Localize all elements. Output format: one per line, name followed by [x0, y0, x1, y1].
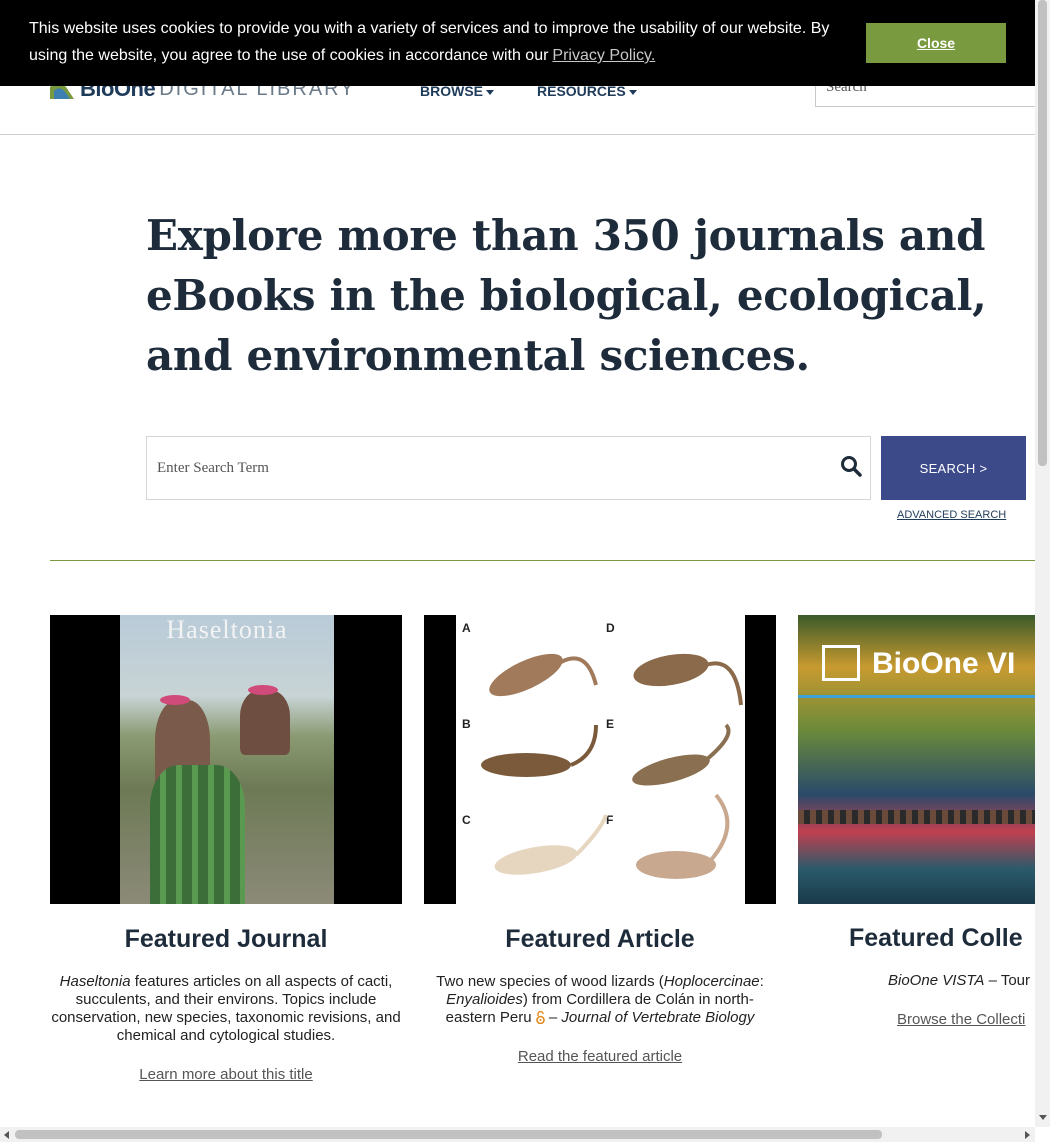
collection-browse-link[interactable]: Browse the Collecti [897, 1011, 1047, 1028]
scroll-left-arrow-icon[interactable] [4, 1131, 9, 1139]
collection-image-title: BioOne VI [872, 647, 1016, 680]
article-read-link[interactable]: Read the featured article [424, 1048, 776, 1065]
horizontal-scrollbar-thumb[interactable] [15, 1130, 882, 1139]
hero-title: Explore more than 350 journals and eBook… [146, 211, 987, 380]
journal-learn-more-link[interactable]: Learn more about this title [50, 1066, 402, 1083]
featured-journal-image[interactable]: Haseltonia [50, 615, 402, 904]
cookie-banner: This website uses cookies to provide you… [0, 0, 1035, 86]
journal-name: Haseltonia [59, 973, 131, 990]
bioone-vista-logo-icon [822, 645, 860, 681]
open-access-icon [535, 1011, 545, 1024]
journal-cover: Haseltonia [120, 615, 334, 904]
vertical-scrollbar-thumb[interactable] [1038, 0, 1047, 466]
journal-cover-title: Haseltonia [166, 615, 288, 644]
collection-banner-line [798, 695, 1035, 698]
cactus-shape [150, 765, 245, 904]
article-desc-text: Two new species of wood lizards ( [436, 973, 664, 990]
caret-down-icon [628, 89, 637, 95]
featured-collection-description: BioOne VISTA – Tour [888, 972, 1048, 990]
lizard-illustrations [481, 653, 743, 879]
cookie-message: This website uses cookies to provide you… [29, 15, 844, 69]
cookie-close-button[interactable]: Close [866, 23, 1006, 63]
horizontal-scrollbar[interactable] [0, 1127, 1035, 1142]
section-divider [50, 560, 1035, 561]
vertical-scrollbar[interactable] [1035, 0, 1050, 1127]
featured-article-description: Two new species of wood lizards (Hoploce… [424, 973, 776, 1027]
scroll-right-arrow-icon[interactable] [1025, 1131, 1030, 1139]
search-button[interactable]: SEARCH > [881, 436, 1026, 500]
featured-collection-title: Featured Colle [849, 924, 1023, 952]
cactus-shape [240, 690, 290, 755]
featured-journal-description: Haseltonia features articles on all aspe… [50, 973, 402, 1045]
article-desc-text: : [759, 973, 764, 990]
caret-down-icon [486, 89, 494, 95]
scroll-down-arrow-icon[interactable] [1039, 1115, 1047, 1120]
main-search-input[interactable] [146, 436, 871, 500]
lizard-figure-panel: A D B E C F [456, 615, 745, 904]
featured-collection-image[interactable]: BioOne VI [798, 615, 1035, 904]
boardwalk [798, 810, 1035, 824]
cookie-message-text: This website uses cookies to provide you… [29, 20, 830, 64]
article-taxon: Hoplocercinae [663, 973, 760, 990]
cactus-flower [248, 685, 278, 695]
search-icon[interactable] [840, 455, 862, 477]
collection-desc-text: – Tour [984, 972, 1031, 989]
article-genus: Enyalioides [446, 991, 523, 1008]
advanced-search-link[interactable]: ADVANCED SEARCH [897, 509, 1006, 521]
cactus-flower [160, 695, 190, 705]
article-journal: Journal of Vertebrate Biology [561, 1009, 755, 1026]
featured-article-title: Featured Article [505, 925, 695, 953]
featured-article-image[interactable]: A D B E C F [424, 615, 776, 904]
article-separator: – [544, 1009, 562, 1026]
privacy-policy-link[interactable]: Privacy Policy. [552, 47, 655, 64]
collection-name: BioOne VISTA [888, 972, 985, 989]
featured-journal-title: Featured Journal [124, 925, 328, 953]
